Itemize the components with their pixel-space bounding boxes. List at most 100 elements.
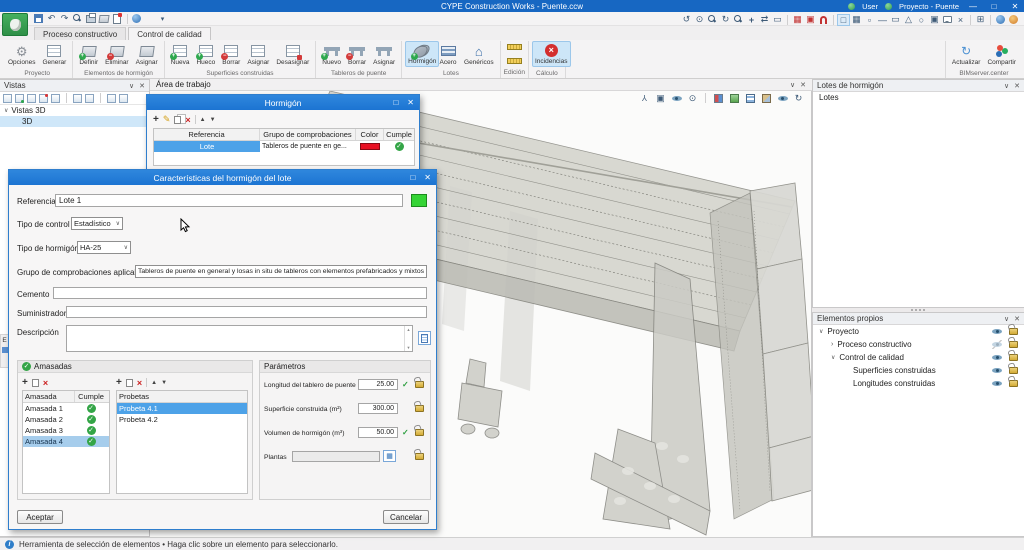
actualizar-button[interactable]: ↻Actualizar xyxy=(949,41,984,69)
column-header[interactable]: Cumple xyxy=(75,391,107,402)
plantas-input[interactable] xyxy=(292,451,380,462)
collapse-icon[interactable]: ∨ xyxy=(1004,315,1009,323)
close-icon[interactable]: ✕ xyxy=(407,98,414,107)
view-delete-icon[interactable] xyxy=(39,94,48,103)
column-header[interactable]: Referencia xyxy=(154,129,260,140)
bird-eye-icon[interactable] xyxy=(670,92,683,104)
screen-icon[interactable]: ▭ xyxy=(771,14,784,26)
table-row[interactable]: Amasada 1✓ xyxy=(23,403,109,414)
layers-view-icon[interactable] xyxy=(744,92,757,104)
search-icon[interactable] xyxy=(72,13,83,25)
lock-icon[interactable] xyxy=(1009,341,1018,348)
descripcion-textarea[interactable]: ▲▼ xyxy=(66,325,413,352)
undo-icon[interactable]: ↶ xyxy=(46,13,57,25)
web-icon[interactable] xyxy=(131,13,142,25)
superficie-input[interactable]: 300.00 xyxy=(358,403,398,414)
maximize-icon[interactable]: □ xyxy=(393,98,398,107)
borrar-superficie-button[interactable]: Borrar xyxy=(219,41,243,69)
clip-plane-icon[interactable] xyxy=(712,92,725,104)
redo-icon[interactable]: ↷ xyxy=(59,13,70,25)
column-header[interactable]: Grupo de comprobaciones xyxy=(260,129,356,140)
eliminar-button[interactable]: Eliminar xyxy=(102,41,131,69)
plantas-picker-button[interactable]: ▦ xyxy=(383,450,396,462)
shell-icon[interactable] xyxy=(1007,14,1020,26)
table-row[interactable]: Amasada 2✓ xyxy=(23,414,109,425)
tools-icon[interactable]: × xyxy=(954,14,967,26)
tree-item-3d[interactable]: 3D xyxy=(0,116,149,127)
move-up-icon[interactable]: ▲ xyxy=(200,117,206,123)
measure-area-button[interactable] xyxy=(504,55,524,67)
asignar-tablero-button[interactable]: Asignar xyxy=(370,41,398,69)
window-layout-icon[interactable]: ⊞ xyxy=(974,14,987,26)
chevron-down-icon[interactable]: ∨ xyxy=(813,328,823,335)
save-icon[interactable] xyxy=(33,13,44,25)
keyboard-icon[interactable]: ▭ xyxy=(889,14,902,26)
close-panel-icon[interactable]: ✕ xyxy=(800,81,806,89)
dialog-titlebar[interactable]: Características del hormigón del lote □✕ xyxy=(9,170,436,185)
layers-all-icon[interactable] xyxy=(119,94,128,103)
camera-icon[interactable] xyxy=(73,94,82,103)
textured-cube-icon[interactable] xyxy=(760,92,773,104)
tab-proceso-constructivo[interactable]: Proceso constructivo xyxy=(34,27,126,40)
definir-button[interactable]: Definir xyxy=(76,41,101,69)
render-green-icon[interactable] xyxy=(728,92,741,104)
copy-icon[interactable] xyxy=(174,116,181,124)
clock-icon[interactable]: ○ xyxy=(915,14,928,26)
column-header[interactable]: Amasada xyxy=(23,391,75,402)
genericos-button[interactable]: ⌂Genéricos xyxy=(461,41,497,69)
tree-node-proceso-constructivo[interactable]: › Proceso constructivo xyxy=(813,338,1024,351)
camera-saved-icon[interactable] xyxy=(85,94,94,103)
opciones-button[interactable]: ⚙Opciones xyxy=(5,41,38,69)
close-panel-icon[interactable]: ✕ xyxy=(139,82,145,90)
view-new-icon[interactable] xyxy=(15,94,24,103)
snap-grid-icon[interactable]: ▦ xyxy=(791,14,804,26)
dimension-icon[interactable]: — xyxy=(876,14,889,26)
column-header[interactable]: Cumple xyxy=(384,129,414,140)
view-locate-icon[interactable] xyxy=(51,94,60,103)
tipo-hormigon-select[interactable]: HA-25∨ xyxy=(77,241,131,254)
reference-icon[interactable]: ▣ xyxy=(804,14,817,26)
delete-icon[interactable]: × xyxy=(185,115,190,125)
hormigon-dialog-titlebar[interactable]: Hormigón □✕ xyxy=(147,95,419,110)
table-row[interactable]: Lote Tableros de puente en ge... ✓ xyxy=(154,141,414,152)
close-icon[interactable]: ✕ xyxy=(424,173,431,182)
orbit-3d-icon[interactable]: ⊙ xyxy=(686,92,699,104)
setsquare-icon[interactable]: △ xyxy=(902,14,915,26)
app-logo[interactable] xyxy=(2,13,28,36)
visibility-icon[interactable] xyxy=(992,366,1002,375)
add-icon[interactable]: + xyxy=(22,378,28,388)
zoom-extents-icon[interactable] xyxy=(706,14,719,26)
user-label[interactable]: User xyxy=(862,2,878,11)
tipo-control-select[interactable]: Estadístico∨ xyxy=(71,217,123,230)
settings-icon[interactable]: ⁠ xyxy=(144,13,155,25)
lock-icon[interactable] xyxy=(415,405,424,412)
textarea-scrollbar[interactable]: ▲▼ xyxy=(404,326,412,351)
print-icon[interactable] xyxy=(85,13,96,25)
longitud-input[interactable]: 25.00 xyxy=(358,379,398,390)
column-header[interactable]: Color xyxy=(356,129,384,140)
move-down-icon[interactable]: ▼ xyxy=(161,380,167,386)
close-panel-icon[interactable]: ✕ xyxy=(1014,315,1020,323)
maximize-button[interactable]: □ xyxy=(987,2,1001,11)
hueco-button[interactable]: Hueco xyxy=(193,41,218,69)
nueva-superficie-button[interactable]: Nueva xyxy=(168,41,193,69)
volumen-input[interactable]: 50.00 xyxy=(358,427,398,438)
desasignar-superficie-button[interactable]: Desasignar xyxy=(273,41,312,69)
view-edit-icon[interactable] xyxy=(3,94,12,103)
list-item-selected[interactable]: Probeta 4.1 xyxy=(117,403,247,414)
comment-icon[interactable] xyxy=(941,14,954,26)
grupo-comprobaciones-select[interactable]: Tableros de puente en general y losas in… xyxy=(135,265,427,278)
color-swatch[interactable] xyxy=(360,143,380,150)
move-up-icon[interactable]: ▲ xyxy=(151,380,157,386)
chevron-down-icon[interactable]: ∨ xyxy=(813,354,835,361)
swap-view-icon[interactable]: ⇄ xyxy=(758,14,771,26)
collapse-icon[interactable]: ∨ xyxy=(129,82,134,90)
delete-icon[interactable]: × xyxy=(137,378,142,388)
collapse-icon[interactable]: ∨ xyxy=(1004,82,1009,90)
cube-view-icon[interactable]: ▣ xyxy=(654,92,667,104)
asignar-elemento-button[interactable]: Asignar xyxy=(133,41,161,69)
selection-box-icon[interactable]: □ xyxy=(837,14,850,26)
lock-icon[interactable] xyxy=(1009,328,1018,335)
layers-icon[interactable] xyxy=(107,94,116,103)
capture-icon[interactable]: ▣ xyxy=(928,14,941,26)
